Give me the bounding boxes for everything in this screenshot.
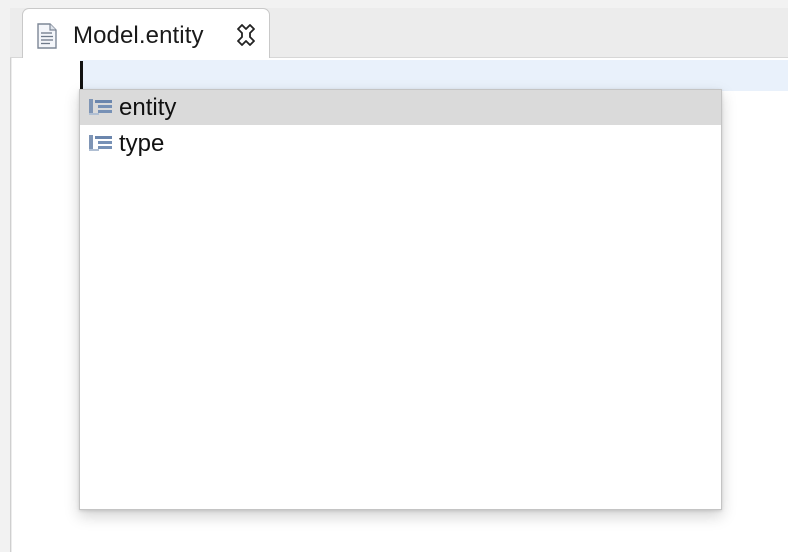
proposal-item-entity[interactable]: entity [80, 90, 721, 125]
content-assist-popup[interactable]: entity type [79, 89, 722, 510]
proposal-item-type[interactable]: type [80, 126, 721, 161]
tab-title: Model.entity [73, 22, 204, 49]
current-line-highlight [80, 60, 788, 91]
editor-tab-strip: Model.entity [10, 8, 788, 60]
keyword-proposal-icon [89, 99, 112, 115]
keyword-proposal-icon [89, 135, 112, 151]
text-caret [80, 61, 83, 90]
tab-model-entity[interactable]: Model.entity [22, 8, 270, 60]
proposal-label: type [119, 130, 165, 157]
text-file-icon [37, 23, 57, 49]
proposal-label: entity [119, 94, 177, 121]
close-icon[interactable] [233, 22, 259, 48]
